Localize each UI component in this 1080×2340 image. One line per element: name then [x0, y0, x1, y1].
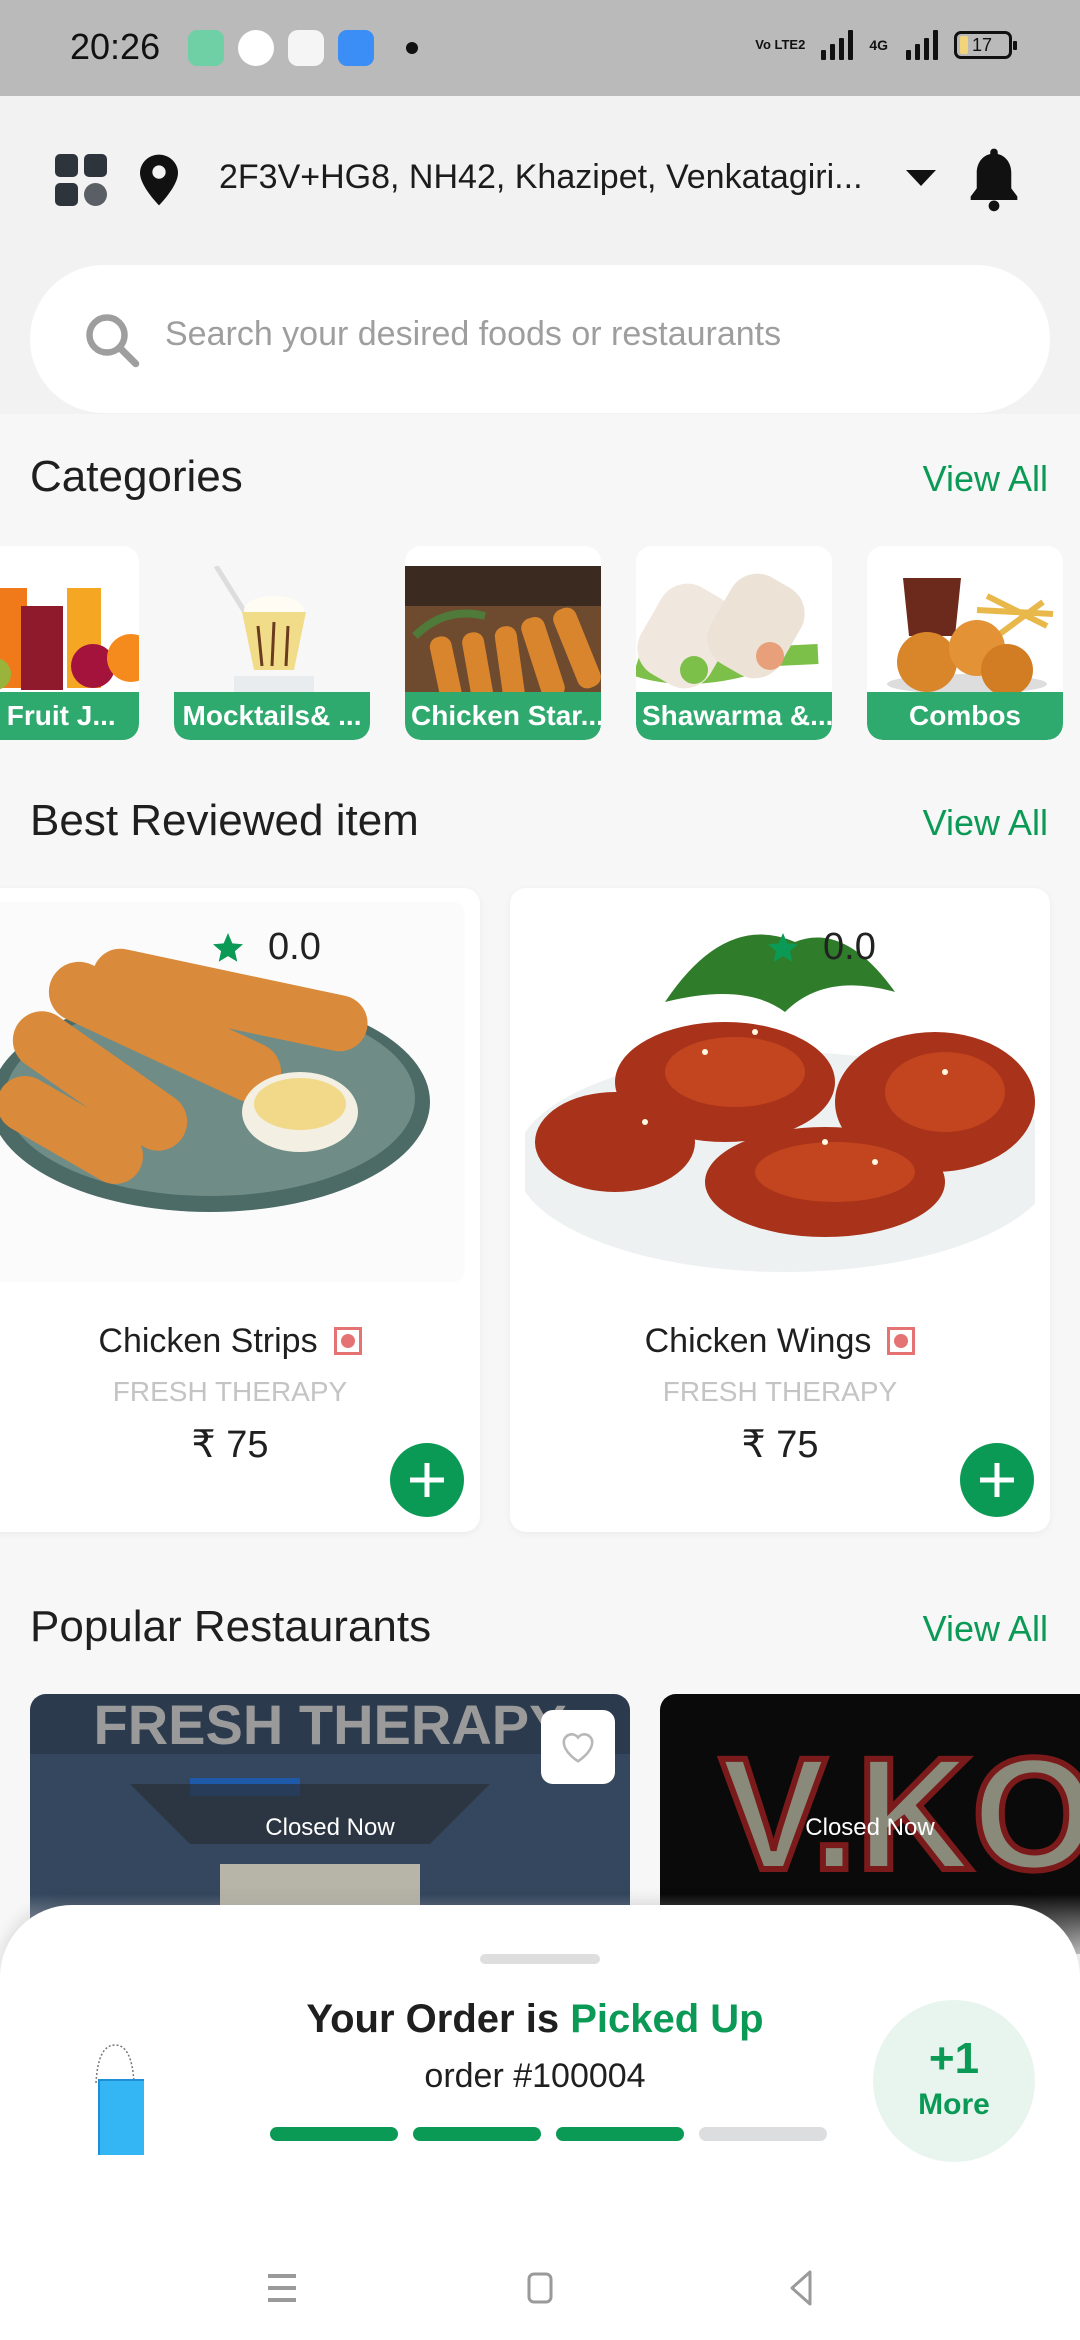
product-name: Chicken Strips [0, 1322, 480, 1361]
product-name-text: Chicken Strips [98, 1322, 318, 1360]
battery-icon: 17 [954, 31, 1017, 59]
category-label: Mocktails& ... [174, 692, 370, 740]
app-notification-icon [188, 30, 224, 66]
category-card[interactable]: sh Fruit J... [0, 546, 139, 740]
caret-down-icon[interactable] [906, 170, 936, 186]
restaurant-sign-text: FRESH THERAPY [94, 1694, 567, 1756]
category-image [213, 566, 314, 692]
signal-icon [821, 30, 854, 60]
category-card[interactable]: Chicken Star... [405, 546, 601, 740]
rating-value: 0.0 [823, 926, 876, 968]
category-label: Chicken Star... [405, 692, 601, 740]
product-rating: 0.0 [210, 926, 321, 969]
battery-level: 17 [972, 34, 993, 55]
home-icon[interactable] [510, 2258, 570, 2318]
network-type-icon: 4G [869, 37, 888, 53]
restaurant-status: Closed Now [265, 1814, 395, 1841]
category-image [636, 566, 832, 692]
grid-menu-icon[interactable] [55, 154, 107, 206]
location-pin-icon [140, 154, 178, 206]
category-label: sh Fruit J... [0, 692, 139, 740]
add-to-cart-button[interactable] [390, 1443, 464, 1517]
system-nav-bar [0, 2230, 1080, 2340]
restaurant-status: Closed Now [805, 1814, 935, 1841]
progress-step [413, 2127, 541, 2141]
category-card[interactable]: Combos [867, 546, 1063, 740]
star-icon [768, 932, 798, 962]
product-name: Chicken Wings [510, 1322, 1050, 1361]
signal-icon [906, 30, 938, 60]
search-icon [86, 314, 140, 368]
app-notification-icon [238, 30, 274, 66]
more-orders-label: More [918, 2088, 990, 2121]
bell-icon[interactable] [966, 146, 1022, 212]
best-reviewed-view-all-link[interactable]: View All [923, 802, 1048, 844]
heart-icon [562, 1733, 594, 1763]
category-image [405, 566, 601, 692]
non-veg-icon [333, 1327, 362, 1355]
progress-step [556, 2127, 684, 2141]
order-progress [270, 2127, 827, 2141]
status-bar: 20:26 Vo LTE2 4G 17 [0, 0, 1080, 96]
search-input[interactable]: Search your desired foods or restaurants [165, 315, 781, 354]
popular-restaurants-view-all-link[interactable]: View All [923, 1608, 1048, 1650]
product-name-text: Chicken Wings [644, 1322, 872, 1360]
drag-handle[interactable] [480, 1954, 600, 1964]
add-to-cart-button[interactable] [960, 1443, 1034, 1517]
status-time: 20:26 [70, 26, 161, 67]
volte-icon: Vo LTE2 [755, 37, 806, 52]
popular-restaurants-title: Popular Restaurants [30, 1602, 432, 1651]
product-card[interactable]: 0.0 Chicken Wings FRESH THERAPY ₹ 75 [510, 888, 1050, 1532]
categories-view-all-link[interactable]: View All [923, 458, 1048, 500]
back-icon[interactable] [770, 2258, 830, 2318]
category-card[interactable]: Shawarma &... [636, 546, 832, 740]
non-veg-icon [887, 1327, 916, 1355]
more-orders-count: +1 [928, 2034, 980, 2083]
category-image [0, 566, 139, 692]
more-orders-button[interactable]: +1 More [873, 2000, 1035, 2162]
app-notification-icon [338, 30, 374, 66]
category-card[interactable]: Mocktails& ... [174, 546, 370, 740]
category-image [867, 566, 1063, 692]
product-rating: 0.0 [765, 926, 876, 969]
game-controller-icon [288, 30, 324, 66]
best-reviewed-title: Best Reviewed item [30, 796, 419, 845]
header: 2F3V+HG8, NH42, Khazipet, Venkatagiri... [0, 146, 1080, 212]
more-notifications-icon [406, 42, 418, 54]
system-icons: Vo LTE2 4G 17 [755, 30, 1017, 60]
product-card[interactable]: 0.0 Chicken Strips FRESH THERAPY ₹ 75 [0, 888, 480, 1532]
product-restaurant: FRESH THERAPY [662, 1376, 898, 1407]
progress-step [270, 2127, 398, 2141]
order-title-prefix: Your Order is [306, 1997, 560, 2041]
category-label: Shawarma &... [636, 692, 832, 740]
categories-title: Categories [30, 452, 243, 501]
star-icon [213, 932, 243, 962]
recents-icon[interactable] [252, 2258, 312, 2318]
progress-step [699, 2127, 827, 2141]
notification-icons [188, 30, 418, 66]
search-bar[interactable]: Search your desired foods or restaurants [30, 265, 1050, 413]
category-label: Combos [867, 692, 1063, 740]
product-restaurant: FRESH THERAPY [112, 1376, 348, 1407]
rating-value: 0.0 [268, 926, 321, 968]
order-status-text: Picked Up [570, 1997, 764, 2041]
delivery-address[interactable]: 2F3V+HG8, NH42, Khazipet, Venkatagiri... [219, 158, 879, 197]
favorite-button[interactable] [541, 1710, 615, 1784]
